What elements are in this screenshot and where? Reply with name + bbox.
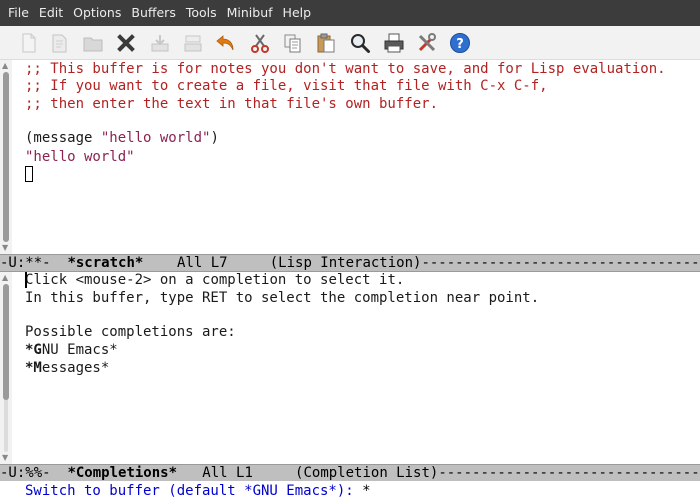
copy-button[interactable]	[280, 30, 306, 56]
code-string: "hello world"	[100, 130, 211, 146]
comment-line: ;; then enter the text in that file's ow…	[25, 96, 439, 112]
completions-help-line: In this buffer, type RET to select the c…	[25, 290, 540, 306]
eval-result: "hello world"	[25, 149, 135, 165]
completion-candidate[interactable]: *Messages*	[25, 359, 109, 377]
customize-icon	[418, 33, 436, 52]
code-open: (message	[25, 130, 101, 146]
help-button[interactable]: ?	[447, 30, 473, 56]
completions-modeline[interactable]: -U:%%- *Completions* All L1 (Completion …	[0, 464, 700, 482]
code-close: )	[210, 130, 219, 146]
completions-cursor	[25, 272, 27, 288]
comment-line: ;; If you want to create a file, visit t…	[25, 78, 548, 94]
search-icon	[351, 34, 370, 53]
scroll-thumb[interactable]	[3, 72, 9, 242]
menu-options[interactable]: Options	[68, 0, 126, 26]
menu-buffers[interactable]: Buffers	[126, 0, 180, 26]
save-button[interactable]	[147, 30, 173, 56]
scroll-down-icon[interactable]: ▼	[2, 244, 8, 252]
scroll-down-icon[interactable]: ▼	[2, 454, 8, 462]
modeline-position: All L7	[143, 255, 270, 271]
menu-tools[interactable]: Tools	[181, 0, 222, 26]
modeline-status: -U:%%-	[0, 465, 68, 481]
completions-help-line: Click <mouse-2> on a completion to selec…	[25, 271, 404, 289]
modeline-filler: ----------------------------------------…	[421, 255, 700, 271]
menu-edit[interactable]: Edit	[34, 0, 68, 26]
undo-icon	[216, 35, 234, 51]
menu-bar: File Edit Options Buffers Tools Minibuf …	[0, 0, 700, 26]
save-icon	[151, 35, 169, 52]
cut-icon	[251, 34, 269, 53]
customize-button[interactable]	[414, 30, 440, 56]
save-as-button[interactable]	[180, 30, 206, 56]
modeline-buffer-name: *scratch*	[67, 255, 144, 271]
menu-minibuf[interactable]: Minibuf	[222, 0, 278, 26]
completions-scrollbar[interactable]: ▲ ▼	[0, 272, 12, 464]
text-cursor	[25, 166, 33, 182]
open-file-icon	[52, 34, 67, 53]
toolbar: ?	[0, 26, 700, 60]
help-icon: ?	[450, 33, 470, 53]
paste-icon	[317, 33, 335, 53]
scroll-thumb[interactable]	[3, 284, 9, 400]
open-directory-button[interactable]	[80, 30, 106, 56]
close-buffer-button[interactable]	[113, 30, 139, 56]
minibuffer[interactable]: Switch to buffer (default *GNU Emacs*): …	[0, 481, 700, 500]
modeline-mode: (Lisp Interaction)	[269, 255, 422, 271]
search-button[interactable]	[347, 30, 373, 56]
completion-candidate[interactable]: *GNU Emacs*	[25, 341, 118, 359]
cut-button[interactable]	[247, 30, 273, 56]
open-file-button[interactable]	[47, 30, 73, 56]
completions-help-rest: lick <mouse-2> on a completion to select…	[33, 272, 405, 288]
completion-rest: NU Emacs*	[41, 342, 118, 358]
open-directory-icon	[83, 37, 103, 52]
modeline-status: -U:**-	[0, 255, 68, 271]
code-line: (message "hello world")	[25, 129, 219, 147]
completion-prefix: *M	[25, 360, 42, 376]
comment-line: ;; This buffer is for notes you don't wa…	[25, 61, 666, 77]
modeline-position: All L1	[177, 465, 296, 481]
modeline-mode: (Completion List)	[295, 465, 439, 481]
scroll-up-icon[interactable]: ▲	[2, 62, 8, 70]
scratch-scrollbar[interactable]: ▲ ▼	[0, 60, 12, 254]
modeline-filler: ----------------------------------------…	[438, 465, 700, 481]
copy-icon	[284, 34, 301, 53]
completion-rest: essages*	[41, 360, 110, 376]
undo-button[interactable]	[213, 30, 239, 56]
minibuffer-prompt: Switch to buffer (default *GNU Emacs*):	[25, 483, 363, 499]
scroll-up-icon[interactable]: ▲	[2, 274, 8, 282]
new-file-icon	[22, 33, 36, 53]
scratch-modeline[interactable]: -U:**- *scratch* All L7 (Lisp Interactio…	[0, 254, 700, 272]
paste-button[interactable]	[313, 30, 339, 56]
svg-text:?: ?	[456, 37, 464, 52]
completion-prefix: *G	[25, 342, 42, 358]
minibuffer-line[interactable]: Switch to buffer (default *GNU Emacs*): …	[25, 482, 371, 500]
modeline-buffer-name: *Completions*	[67, 465, 178, 481]
print-button[interactable]	[381, 30, 407, 56]
minibuffer-input[interactable]: *	[362, 483, 370, 499]
completions-heading: Possible completions are:	[25, 324, 236, 340]
menu-help[interactable]: Help	[278, 0, 317, 26]
save-as-icon	[184, 35, 202, 52]
print-icon	[384, 33, 404, 53]
close-buffer-icon	[117, 34, 135, 52]
menu-file[interactable]: File	[3, 0, 34, 26]
new-file-button[interactable]	[16, 30, 42, 56]
